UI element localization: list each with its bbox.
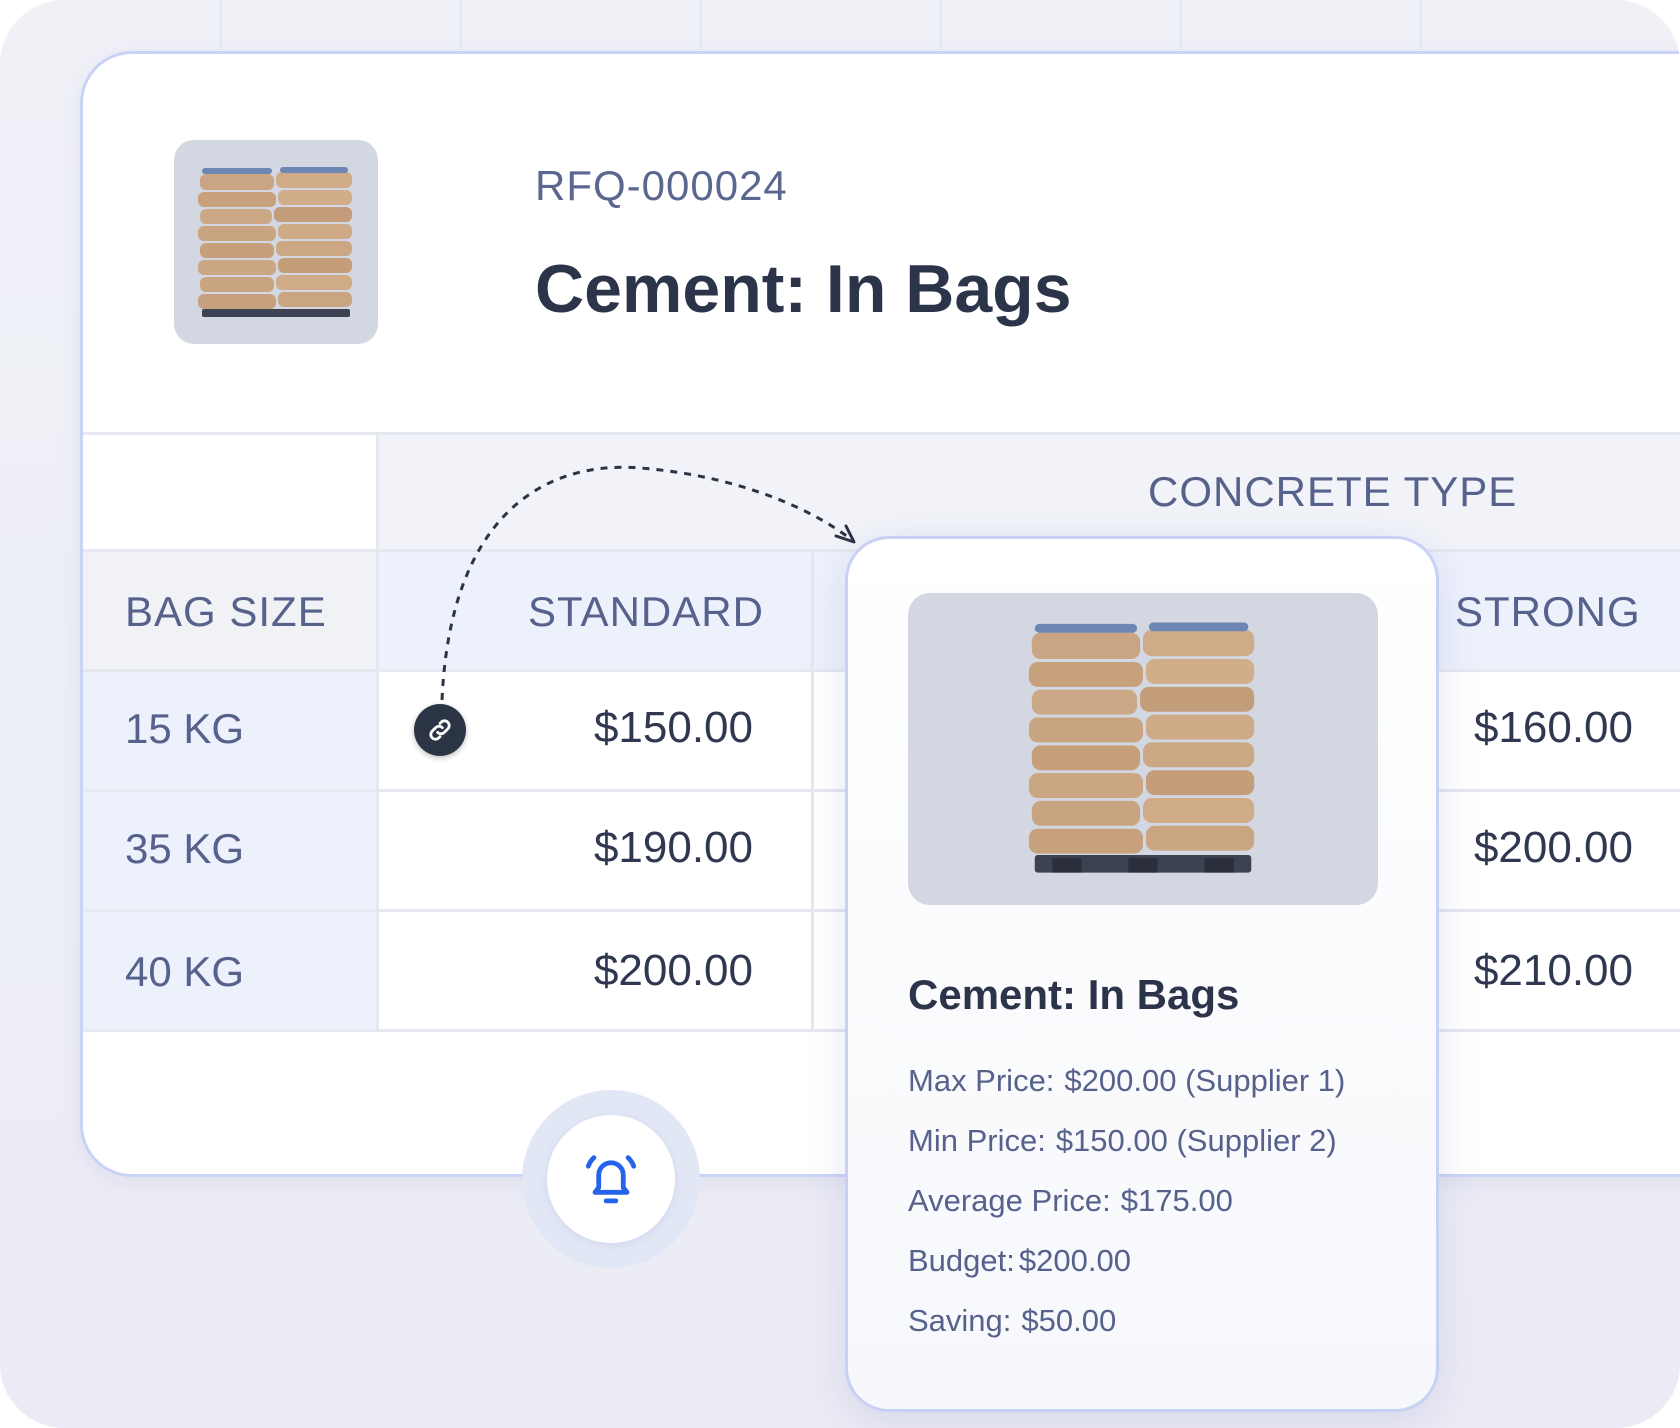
stat-min-price: Min Price: $150.00 (Supplier 2): [908, 1123, 1337, 1159]
bag-size-value: 35 KG: [125, 825, 245, 872]
background-grid-line: [700, 0, 702, 50]
price-cell-strong[interactable]: $160.00: [1433, 703, 1633, 753]
bag-size-header-label: BAG SIZE: [125, 588, 327, 635]
stat-value: $200.00: [1018, 1243, 1131, 1278]
background-grid-line: [460, 0, 462, 50]
stat-label: Budget:: [908, 1243, 1015, 1278]
popup-product-image: [908, 593, 1378, 905]
bag-size-value: 15 KG: [125, 705, 245, 752]
stat-value: $175.00: [1120, 1183, 1233, 1218]
table-row-label: 35 KG: [83, 790, 378, 909]
price-cell-standard[interactable]: $200.00: [553, 946, 753, 996]
background-grid-line: [220, 0, 222, 50]
price-cell-standard[interactable]: $190.00: [553, 823, 753, 873]
notification-button[interactable]: [522, 1090, 700, 1268]
background-grid-line: [1420, 0, 1422, 50]
stat-saving: Saving: $50.00: [908, 1303, 1116, 1339]
page-title: Cement: In Bags: [535, 251, 1072, 327]
stat-label: Min Price:: [908, 1123, 1046, 1158]
cement-bags-image: [1028, 622, 1255, 873]
background-grid-line: [1180, 0, 1182, 50]
canvas-background: RFQ-000024 Cement: In Bags CONCRETE TYPE…: [0, 0, 1680, 1428]
column-divider: [376, 432, 379, 1032]
stat-budget: Budget: $200.00: [908, 1243, 1131, 1279]
background-grid-line: [940, 0, 942, 50]
product-summary-popup: Cement: In Bags Max Price: $200.00 (Suppl…: [845, 536, 1439, 1412]
cement-bags-image: [198, 167, 352, 317]
concrete-type-label: CONCRETE TYPE: [1148, 468, 1518, 515]
stat-value: $200.00 (Supplier 1): [1064, 1063, 1346, 1098]
table-row-label: 40 KG: [83, 910, 378, 1029]
bag-size-value: 40 KG: [125, 948, 245, 995]
link-icon[interactable]: [414, 704, 466, 756]
column-divider: [811, 549, 814, 1032]
table-row-label: 15 KG: [83, 670, 378, 789]
bell-icon: [585, 1155, 637, 1204]
notification-button-inner[interactable]: [547, 1115, 675, 1243]
product-thumbnail: [174, 140, 378, 344]
stat-label: Average Price:: [908, 1183, 1111, 1218]
price-cell-standard[interactable]: $150.00: [553, 703, 753, 753]
stat-value: $50.00: [1021, 1303, 1117, 1338]
popup-title: Cement: In Bags: [908, 971, 1240, 1018]
stat-label: Max Price:: [908, 1063, 1055, 1098]
column-header-standard[interactable]: STANDARD: [528, 588, 764, 636]
stat-label: Saving:: [908, 1303, 1012, 1338]
row-divider: [83, 432, 1680, 435]
stat-max-price: Max Price: $200.00 (Supplier 1): [908, 1063, 1345, 1099]
stat-average-price: Average Price: $175.00: [908, 1183, 1233, 1219]
stat-value: $150.00 (Supplier 2): [1055, 1123, 1337, 1158]
price-cell-strong[interactable]: $200.00: [1433, 823, 1633, 873]
price-cell-strong[interactable]: $210.00: [1433, 946, 1633, 996]
column-header-strong[interactable]: STRONG: [1455, 588, 1641, 636]
rfq-number: RFQ-000024: [535, 162, 788, 209]
concrete-type-header: CONCRETE TYPE: [378, 432, 1680, 551]
bag-size-header: BAG SIZE: [83, 551, 378, 670]
